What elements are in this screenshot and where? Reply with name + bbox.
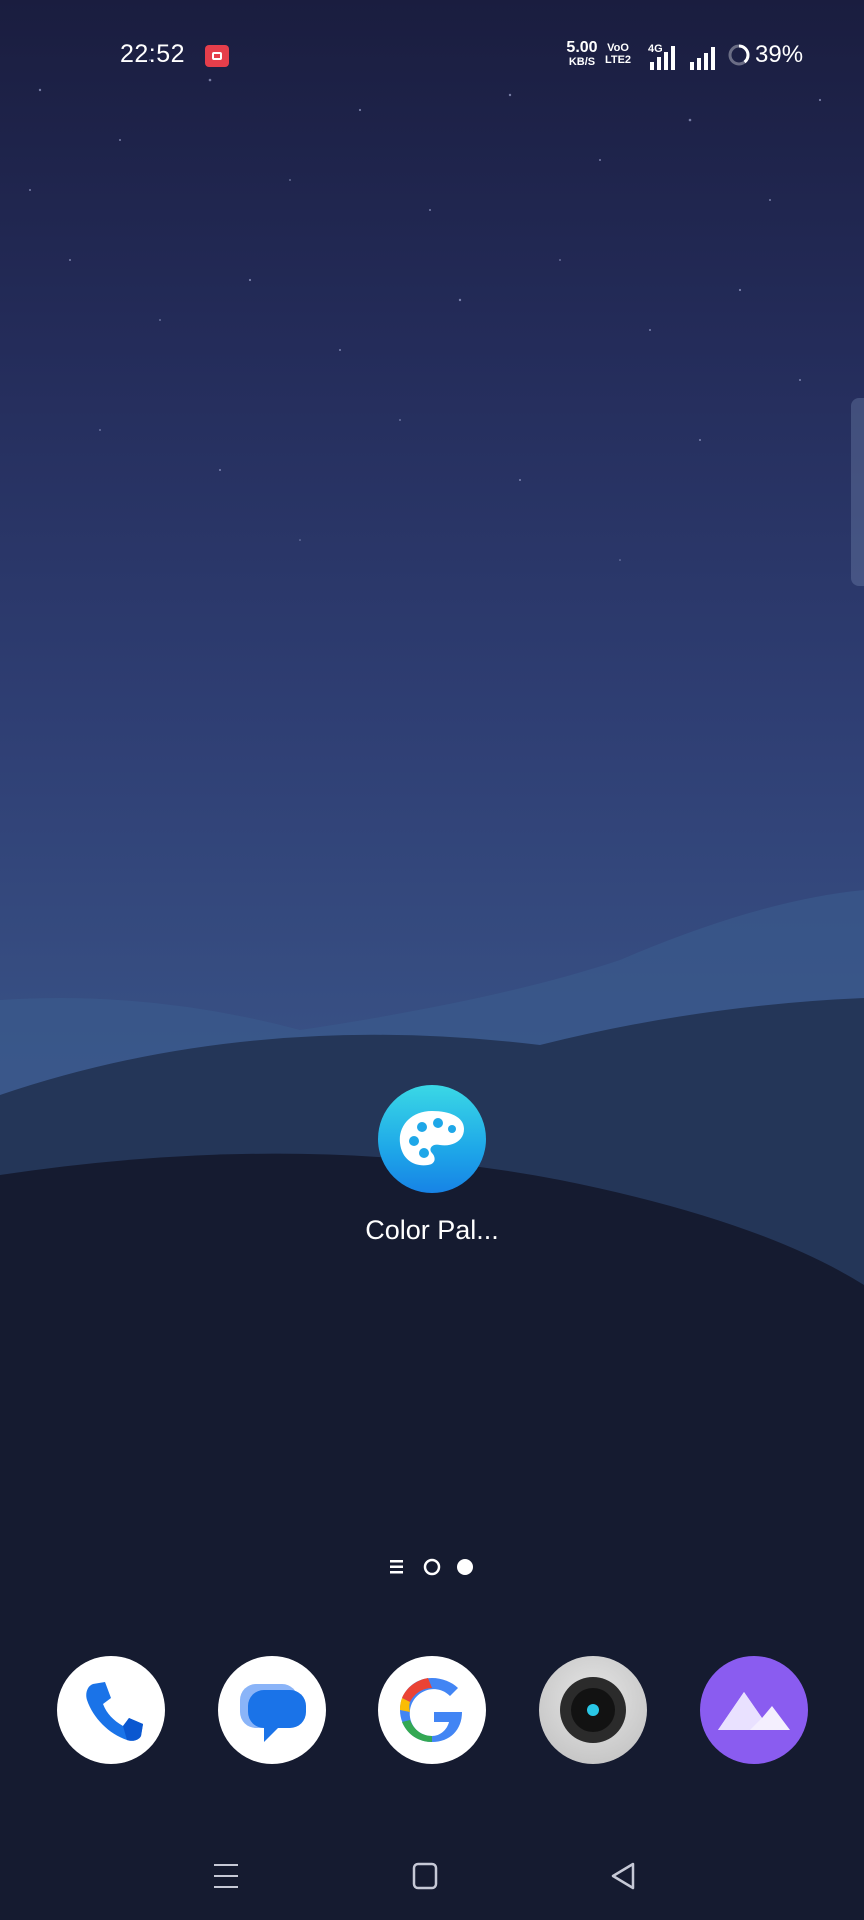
network-type-label: 4G (648, 43, 663, 55)
status-time: 22:52 (120, 40, 186, 68)
back-icon (611, 1862, 635, 1890)
dock-camera[interactable] (539, 1656, 647, 1764)
messages-icon (240, 1684, 306, 1742)
network-speed-unit: KB/S (568, 56, 596, 68)
dock-phone[interactable] (57, 1656, 165, 1764)
nav-menu-button[interactable] (206, 1858, 246, 1894)
palette-icon[interactable] (378, 1085, 486, 1193)
menu-icon (214, 1864, 238, 1888)
network-speed-value: 5.00 (566, 39, 598, 56)
google-icon (400, 1678, 462, 1742)
page-dot-2-active (457, 1559, 473, 1575)
volte-bottom-label: LTE2 (604, 54, 632, 66)
dock-gallery[interactable] (700, 1656, 808, 1764)
phone-icon (86, 1682, 143, 1741)
app-color-palette[interactable]: Color Pal... (345, 1085, 519, 1246)
camera-icon (560, 1677, 626, 1743)
signal-strength-icon (690, 47, 715, 70)
volte-icon: VoO LTE2 (604, 42, 632, 66)
page-dot-1 (423, 1558, 441, 1576)
page-list-icon (390, 1560, 403, 1574)
signal-4g-icon: 4G (648, 43, 675, 70)
dock-google[interactable] (378, 1656, 486, 1764)
battery-icon (728, 44, 750, 66)
battery-percent: 39% (755, 41, 804, 68)
nav-home-button[interactable] (405, 1858, 445, 1894)
edge-panel-handle[interactable] (851, 398, 864, 586)
home-icon (412, 1862, 438, 1890)
screen-record-icon (205, 45, 229, 67)
network-speed: 5.00 KB/S (563, 40, 601, 68)
dock-messages[interactable] (218, 1656, 326, 1764)
home-screen: 22:52 5.00 KB/S VoO LTE2 4G 39% Color Pa… (0, 0, 864, 1920)
page-indicator[interactable] (390, 1555, 480, 1579)
volte-top-label: VoO (607, 42, 629, 54)
app-label: Color Pal... (365, 1215, 499, 1245)
gallery-icon (718, 1692, 790, 1730)
hills-background (0, 890, 864, 1920)
status-bar: 22:52 5.00 KB/S VoO LTE2 4G 39% (0, 30, 864, 80)
nav-back-button[interactable] (603, 1858, 643, 1894)
